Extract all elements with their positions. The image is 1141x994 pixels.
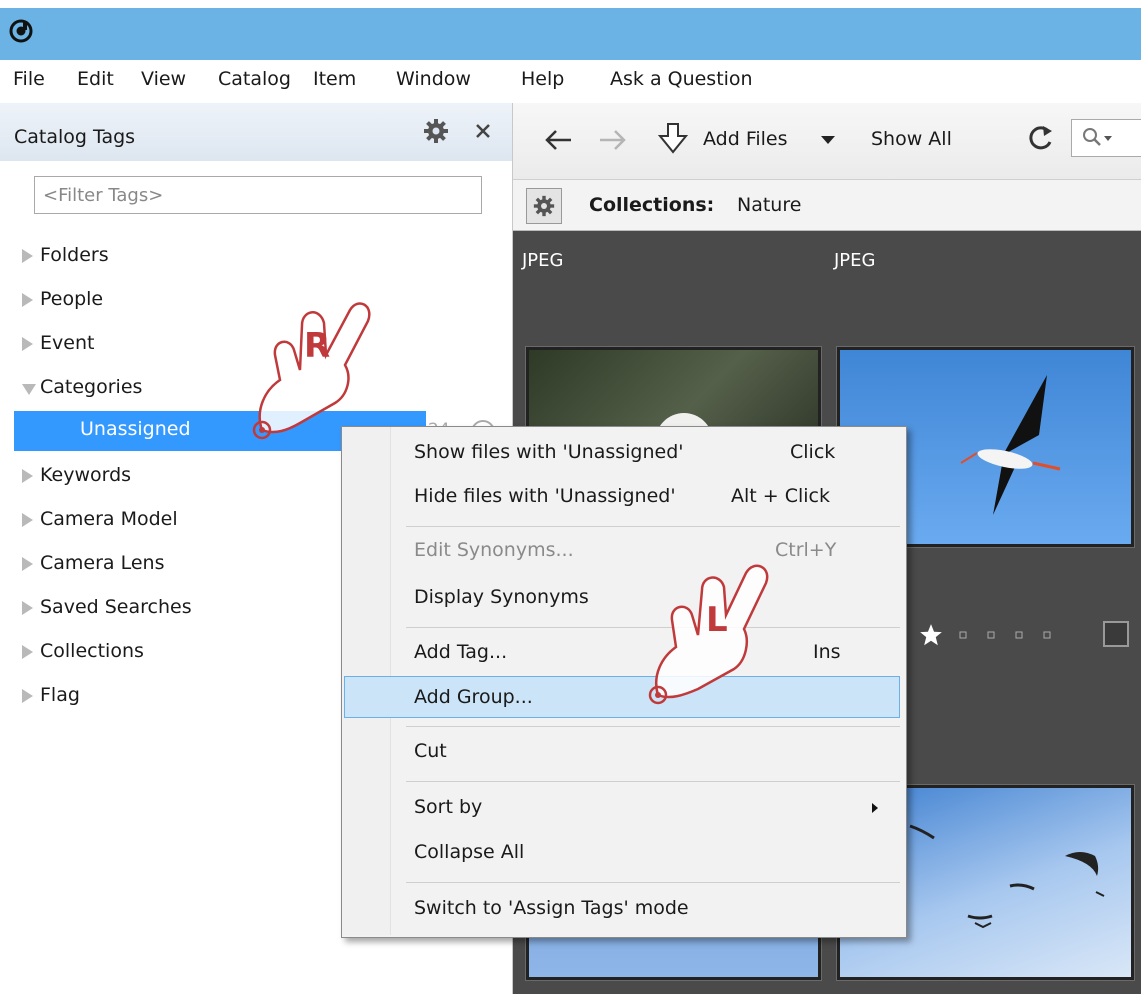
menu-item-label: Hide files with 'Unassigned' [414, 485, 676, 507]
menu-item-label: Add Group... [414, 686, 533, 708]
refresh-icon[interactable] [1025, 122, 1055, 154]
expand-arrow-icon[interactable] [22, 689, 33, 703]
menu-item-label: Switch to 'Assign Tags' mode [414, 897, 689, 919]
menu-view[interactable]: View [141, 68, 186, 90]
menu-item-shortcut: Alt + Click [731, 485, 830, 507]
tree-item-label: Flag [40, 684, 80, 706]
tree-item-label: Collections [40, 640, 144, 662]
tree-item-label: Keywords [40, 464, 132, 486]
left-click-hand-icon: L [648, 564, 769, 705]
back-arrow-icon[interactable] [543, 128, 573, 152]
menu-item-label: Display Synonyms [414, 586, 589, 608]
menu-sort-by[interactable]: Sort by [344, 787, 902, 829]
menu-item-label: Show files with 'Unassigned' [414, 441, 684, 463]
menu-add-group[interactable]: Add Group... [344, 677, 902, 719]
menu-item-label: Collapse All [414, 841, 525, 863]
tree-item-label: People [40, 288, 104, 310]
right-click-hand-icon: R [252, 302, 371, 440]
filter-tags-box [34, 176, 482, 214]
menu-item-label: Add Tag... [414, 641, 508, 663]
menu-display-synonyms[interactable]: Display Synonyms [344, 577, 902, 619]
collections-settings-button[interactable] [526, 188, 562, 224]
expand-arrow-icon[interactable] [22, 249, 33, 263]
file-type-label: JPEG [522, 250, 564, 271]
menu-window[interactable]: Window [396, 68, 471, 90]
menu-separator [406, 781, 900, 782]
app-logo-icon [9, 19, 33, 43]
gear-icon [533, 195, 555, 217]
expand-arrow-icon[interactable] [22, 513, 33, 527]
menu-cut[interactable]: Cut [344, 731, 902, 773]
tree-item-label: Camera Model [40, 508, 178, 530]
menu-edit[interactable]: Edit [77, 68, 114, 90]
search-icon[interactable] [1082, 127, 1116, 149]
left-click-letter: L [706, 600, 728, 640]
submenu-arrow-icon [872, 803, 878, 813]
expand-arrow-icon[interactable] [22, 469, 33, 483]
title-bar [0, 8, 1141, 60]
menu-help[interactable]: Help [521, 68, 564, 90]
show-all-button[interactable]: Show All [871, 128, 952, 150]
right-click-letter: R [304, 326, 330, 366]
menu-item-label: Sort by [414, 796, 483, 818]
menu-file[interactable]: File [13, 68, 45, 90]
expand-arrow-icon[interactable] [22, 601, 33, 615]
menu-bar: File Edit View Catalog Item Window Help … [0, 60, 1141, 102]
add-files-icon[interactable] [656, 120, 692, 156]
file-type-label: JPEG [834, 250, 876, 271]
menu-separator [406, 526, 900, 527]
menu-ask-question[interactable]: Ask a Question [610, 68, 753, 90]
star-icon[interactable] [918, 622, 944, 648]
menu-item-shortcut: Ctrl+Y [775, 539, 837, 561]
filter-tags-input[interactable] [35, 177, 481, 213]
menu-add-tag[interactable]: Add Tag... Ins [344, 632, 902, 674]
menu-collapse-all[interactable]: Collapse All [344, 832, 902, 874]
menu-separator [406, 726, 900, 727]
menu-item-label: Edit Synonyms... [414, 539, 574, 561]
expand-arrow-icon[interactable] [22, 557, 33, 571]
menu-switch-assign-mode[interactable]: Switch to 'Assign Tags' mode [344, 888, 902, 930]
tree-item-label: Event [40, 332, 95, 354]
tree-item-label: Folders [40, 244, 109, 266]
menu-item-shortcut: Click [790, 441, 836, 463]
add-files-button[interactable]: Add Files [703, 128, 788, 150]
menu-item-shortcut: Ins [813, 641, 841, 663]
collections-value: Nature [737, 194, 802, 216]
menu-show-files[interactable]: Show files with 'Unassigned' Click [344, 432, 902, 474]
search-box[interactable] [1071, 119, 1141, 157]
collections-label: Collections: [589, 194, 715, 216]
tree-item-folders[interactable]: Folders [0, 237, 512, 277]
tree-item-label: Categories [40, 376, 143, 398]
expand-arrow-icon[interactable] [22, 293, 33, 307]
select-checkbox[interactable] [1103, 621, 1129, 647]
menu-hide-files[interactable]: Hide files with 'Unassigned' Alt + Click [344, 476, 902, 518]
tree-item-label: Unassigned [80, 418, 191, 440]
menu-item[interactable]: Item [313, 68, 356, 90]
menu-separator [406, 882, 900, 883]
close-icon[interactable] [474, 122, 492, 140]
menu-edit-synonyms[interactable]: Edit Synonyms... Ctrl+Y [344, 530, 902, 572]
bird-image [960, 375, 1061, 515]
expand-arrow-icon[interactable] [22, 645, 33, 659]
tree-item-label: Saved Searches [40, 596, 192, 618]
menu-item-label: Cut [414, 740, 447, 762]
collapse-arrow-icon[interactable] [22, 384, 36, 395]
dropdown-arrow-icon[interactable] [820, 134, 836, 146]
gear-icon[interactable] [423, 118, 449, 144]
expand-arrow-icon[interactable] [22, 337, 33, 351]
tree-item-label: Camera Lens [40, 552, 165, 574]
panel-title: Catalog Tags [14, 126, 136, 148]
menu-catalog[interactable]: Catalog [218, 68, 291, 90]
rating-dots-icon[interactable] [958, 630, 1068, 640]
forward-arrow-icon[interactable] [598, 128, 628, 152]
